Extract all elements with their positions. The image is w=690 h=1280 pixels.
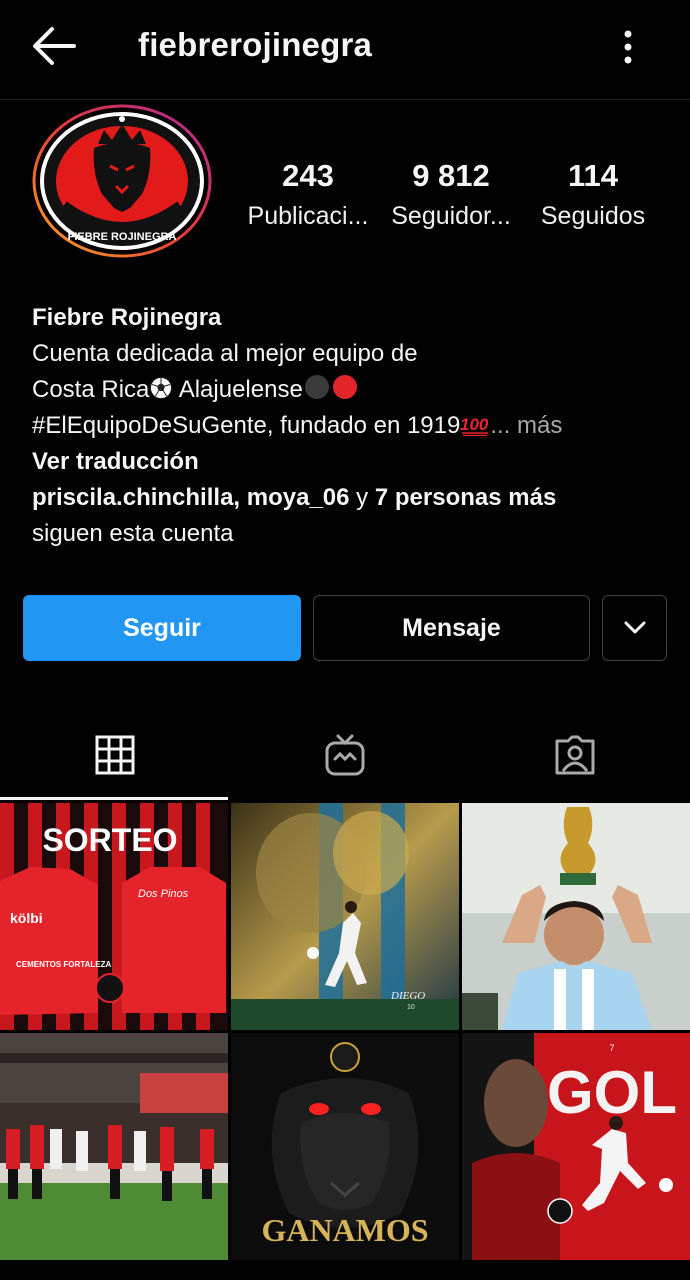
stat-followers-value: 9 812 [412, 158, 490, 193]
post-image-gol: GOL 7 [462, 1033, 690, 1260]
bio-more-link[interactable]: ... más [490, 412, 562, 439]
post-image-ganamos: GANAMOS [231, 1033, 459, 1260]
bio-line-2-text-a: Costa Rica [32, 376, 150, 403]
post-image-diego: DIEGO 10 [231, 803, 459, 1030]
stat-following[interactable]: 114 Seguidos [534, 158, 652, 231]
stat-followers-label: Seguidor... [391, 202, 511, 230]
grid-icon [95, 735, 135, 775]
svg-text:100: 100 [460, 415, 489, 434]
tagged-icon [555, 735, 595, 775]
post-1-sponsor-kolbi: kölbi [10, 910, 43, 926]
follow-button[interactable]: Seguir [23, 595, 301, 661]
profile-username: fiebrerojinegra [138, 26, 373, 63]
follower-link-2[interactable]: moya_06 [247, 484, 350, 511]
bio-line-2: Costa Rica Alajuelense [32, 372, 662, 408]
post-1-brand: Dos Pinos [138, 888, 189, 900]
back-arrow-icon[interactable] [28, 24, 78, 68]
post-2-number: 10 [407, 1004, 415, 1011]
stat-posts-value: 243 [282, 158, 334, 193]
stat-posts[interactable]: 243 Publicaci... [240, 158, 376, 231]
more-vertical-icon[interactable] [612, 26, 644, 68]
post-thumbnail-5[interactable]: GANAMOS [231, 1033, 459, 1260]
translate-link[interactable]: Ver traducción [32, 444, 662, 480]
bio-hashtag[interactable]: #ElEquipoDeSuGente, fundado en 1919 [32, 412, 460, 439]
profile-display-name: Fiebre Rojinegra [32, 304, 222, 331]
profile-tabs [0, 710, 690, 800]
post-image-team [0, 1033, 228, 1260]
post-thumbnail-2[interactable]: DIEGO 10 [231, 803, 459, 1030]
stat-following-label: Seguidos [540, 202, 646, 230]
chevron-down-icon [624, 621, 645, 634]
avatar-text: FIEBRE ROJINEGRA [68, 231, 177, 243]
post-thumbnail-4[interactable] [0, 1033, 228, 1260]
post-thumbnail-3[interactable] [462, 803, 690, 1030]
post-2-signature: DIEGO [390, 990, 425, 1002]
post-1-sponsor-text: CEMENTOS FORTALEZA [16, 960, 111, 969]
stat-followers[interactable]: 9 812 Seguidor... [386, 158, 516, 231]
followed-by: priscila.chinchilla, moya_06 y 7 persona… [32, 480, 662, 516]
bio-line-3: #ElEquipoDeSuGente, fundado en 1919 100..… [32, 408, 662, 444]
bio-line-2-text-b: Alajuelense [173, 376, 303, 403]
profile-avatar[interactable]: FIEBRE ROJINEGRA [32, 104, 212, 258]
post-6-title: GOL [547, 1059, 677, 1126]
followers-more-link[interactable]: 7 personas más [375, 484, 556, 511]
post-1-title: SORTEO [42, 822, 177, 858]
post-thumbnail-6[interactable]: GOL 7 [462, 1033, 690, 1260]
black-circle-icon [304, 375, 329, 399]
followed-by-connector: y [349, 484, 375, 511]
red-circle-icon [332, 375, 357, 399]
message-button[interactable]: Mensaje [313, 595, 590, 661]
post-6-number: 7 [609, 1043, 614, 1053]
suggestions-dropdown-button[interactable] [602, 595, 667, 661]
followed-by-suffix: siguen esta cuenta [32, 520, 234, 547]
stat-following-value: 114 [567, 158, 618, 193]
bio-line-1: Cuenta dedicada al mejor equipo de [32, 340, 418, 367]
top-bar: fiebrerojinegra [0, 0, 690, 100]
tab-igtv[interactable] [230, 710, 460, 800]
followed-by-separator: , [233, 484, 247, 511]
soccer-ball-icon [150, 377, 173, 399]
stat-posts-label: Publicaci... [247, 202, 369, 230]
post-image-trophy [462, 803, 690, 1030]
tab-posts-grid[interactable] [0, 710, 230, 800]
post-5-title: GANAMOS [261, 1212, 428, 1248]
follower-link-1[interactable]: priscila.chinchilla [32, 484, 233, 511]
hundred-points-icon: 100 [460, 415, 489, 436]
profile-bio: Fiebre Rojinegra Cuenta dedicada al mejo… [32, 300, 662, 552]
tab-tagged[interactable] [460, 710, 690, 800]
post-image-sorteo: SORTEO kölbi CEMENTOS FORTALEZA Dos Pino… [0, 803, 228, 1030]
post-thumbnail-1[interactable]: SORTEO kölbi CEMENTOS FORTALEZA Dos Pino… [0, 803, 228, 1030]
igtv-icon [325, 734, 365, 776]
